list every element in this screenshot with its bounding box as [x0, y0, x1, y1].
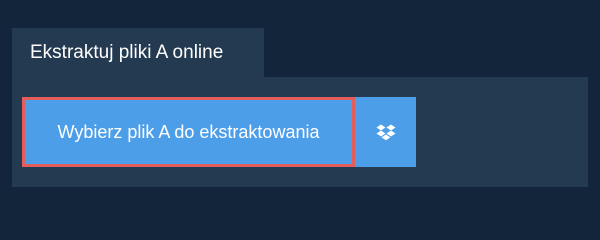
tab-extract-online[interactable]: Ekstraktuj pliki A online — [12, 28, 264, 77]
choose-file-button[interactable]: Wybierz plik A do ekstraktowania — [22, 97, 355, 167]
dropbox-button[interactable] — [355, 97, 416, 167]
dropbox-icon — [376, 123, 396, 141]
